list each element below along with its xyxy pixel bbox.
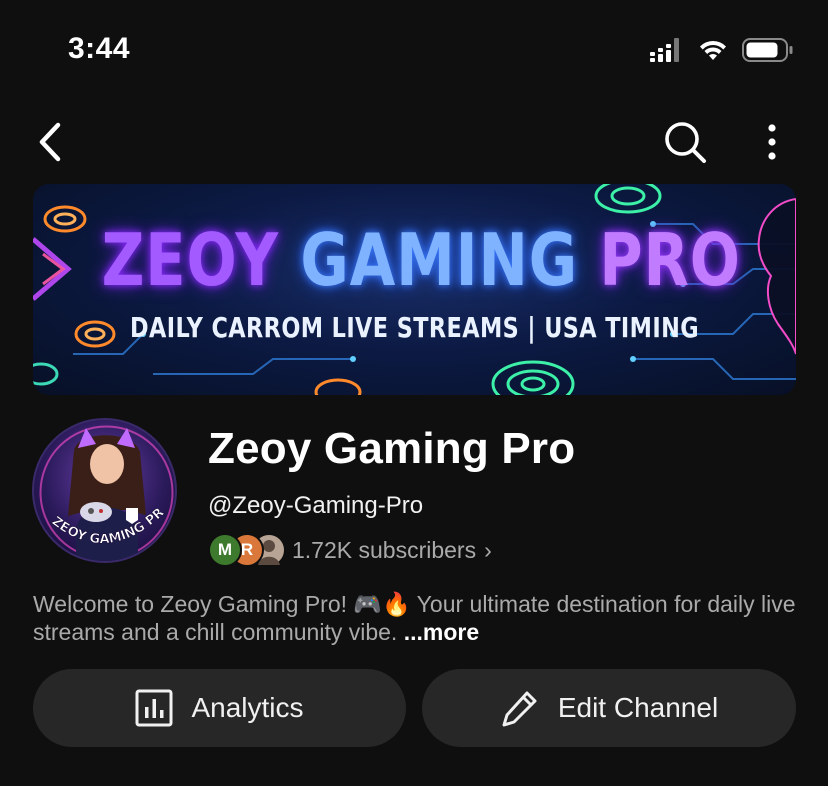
banner-title: ZEOY GAMING PRO [102,224,740,296]
more-options-button[interactable] [752,118,792,166]
analytics-button[interactable]: Analytics [33,669,406,747]
analytics-label: Analytics [191,692,304,723]
subscriber-count: 1.72K subscribers [292,536,477,563]
channel-handle: @Zeoy-Gaming-Pro [208,492,424,519]
status-icons [650,38,794,62]
back-button[interactable] [30,118,70,166]
search-button[interactable] [660,118,710,166]
analytics-icon [135,689,173,727]
channel-screen: 3:44 ZEOY GAMING PRO DAILY CARROM LIVE S… [0,0,828,786]
avatar-artwork: ZEOY GAMING PRO [34,420,174,561]
pencil-icon [502,691,537,727]
chevron-right-icon: › [484,536,492,563]
status-time: 3:44 [68,32,131,65]
banner-subtitle: DAILY CARROM LIVE STREAMS | USA TIMING [129,311,700,344]
wifi-icon [700,40,726,60]
chevron-left-icon [39,122,61,162]
banner-title-word-3: PRO [599,218,741,302]
cellular-signal-icon [650,38,679,62]
channel-avatar[interactable]: ZEOY GAMING PRO [32,418,177,563]
edit-channel-button[interactable]: Edit Channel [422,669,796,747]
channel-name: Zeoy Gaming Pro [208,424,576,473]
channel-banner[interactable]: ZEOY GAMING PRO DAILY CARROM LIVE STREAM… [33,184,796,395]
search-icon [665,122,706,163]
more-vertical-icon [768,124,776,160]
subscribers-link[interactable]: M R 1.72K subscribers › [208,533,492,567]
banner-title-word-2: GAMING [300,218,578,302]
channel-description[interactable]: Welcome to Zeoy Gaming Pro! 🎮🔥 Your ulti… [33,590,803,646]
edit-channel-label: Edit Channel [557,692,719,723]
more-link[interactable]: ...more [404,619,479,645]
battery-icon [742,38,793,62]
banner-title-word-1: ZEOY [101,218,279,302]
subscriber-avatar-m: M [208,533,242,567]
subscriber-avatars: M R [208,533,286,567]
